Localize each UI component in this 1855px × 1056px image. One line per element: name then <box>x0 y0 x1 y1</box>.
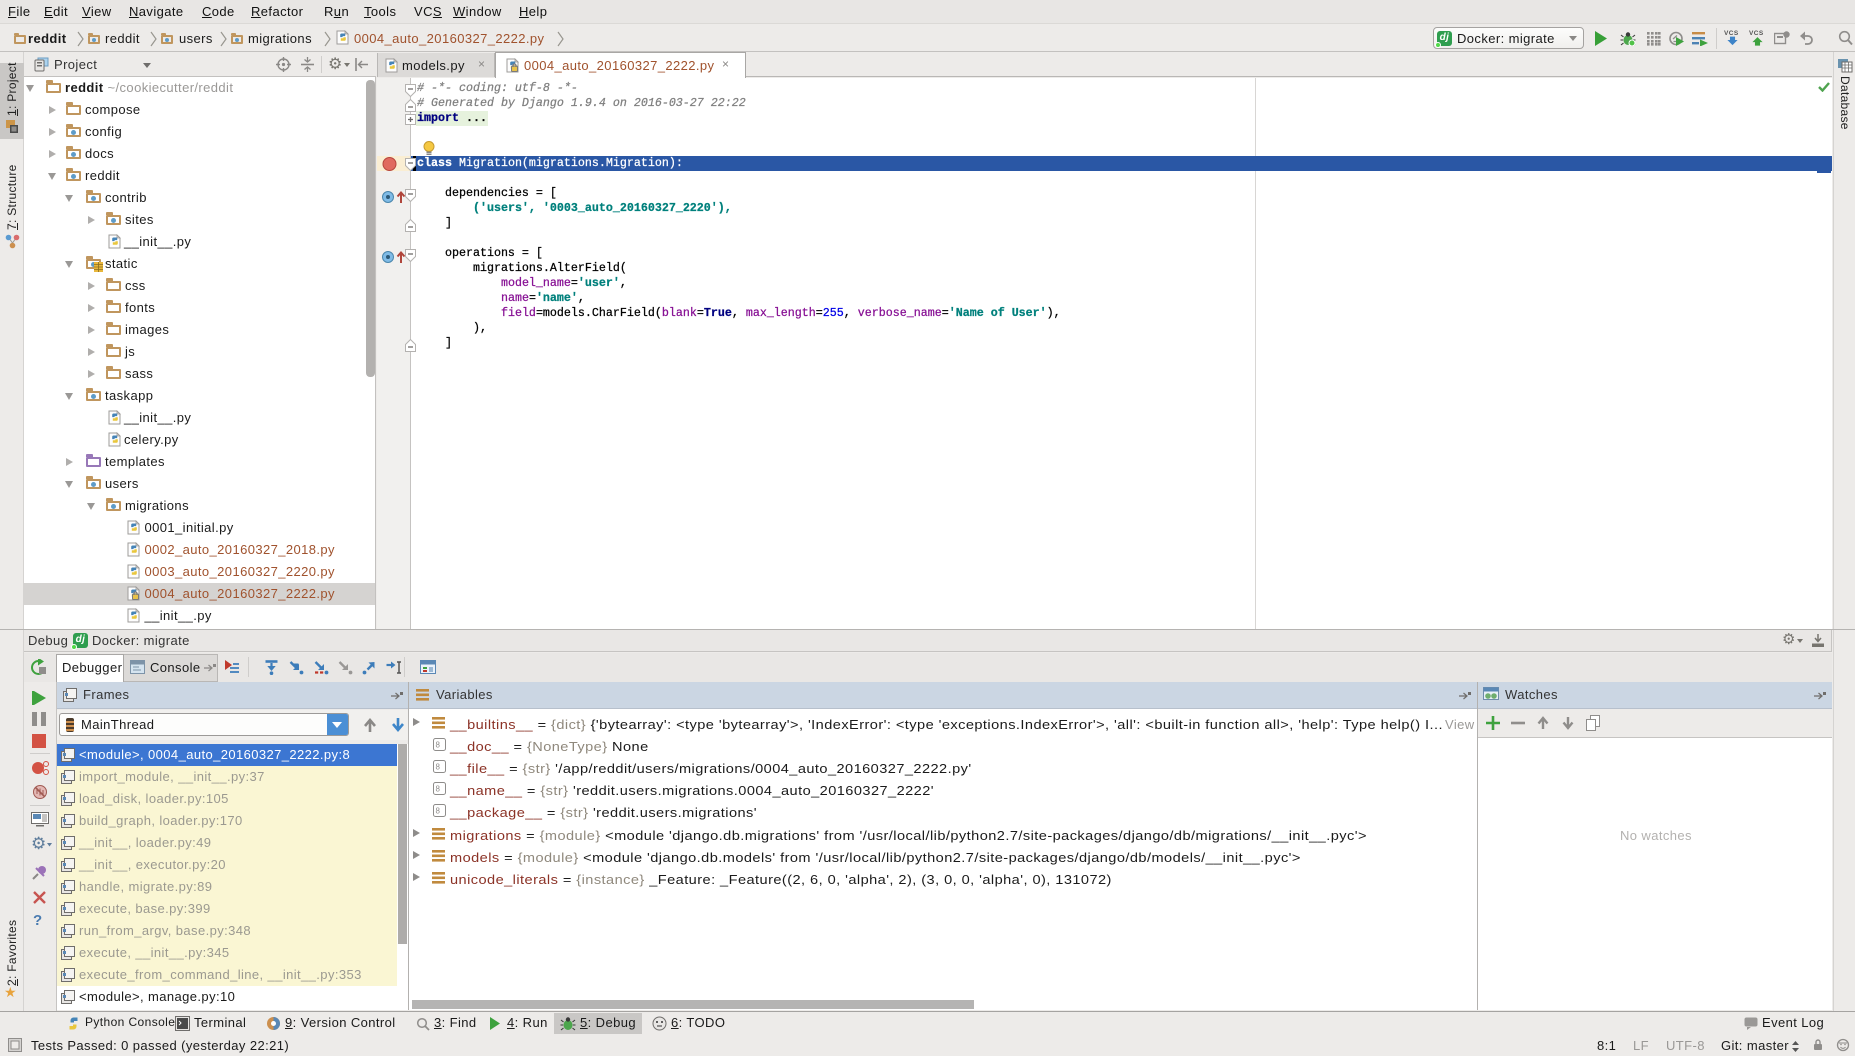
svg-text:VCS: VCS <box>1749 30 1764 37</box>
svg-text:8: 8 <box>436 807 441 816</box>
svg-text:VCS: VCS <box>1724 30 1739 37</box>
svg-text:8: 8 <box>436 763 441 772</box>
svg-text:8: 8 <box>436 741 441 750</box>
svg-text:8: 8 <box>436 785 441 794</box>
